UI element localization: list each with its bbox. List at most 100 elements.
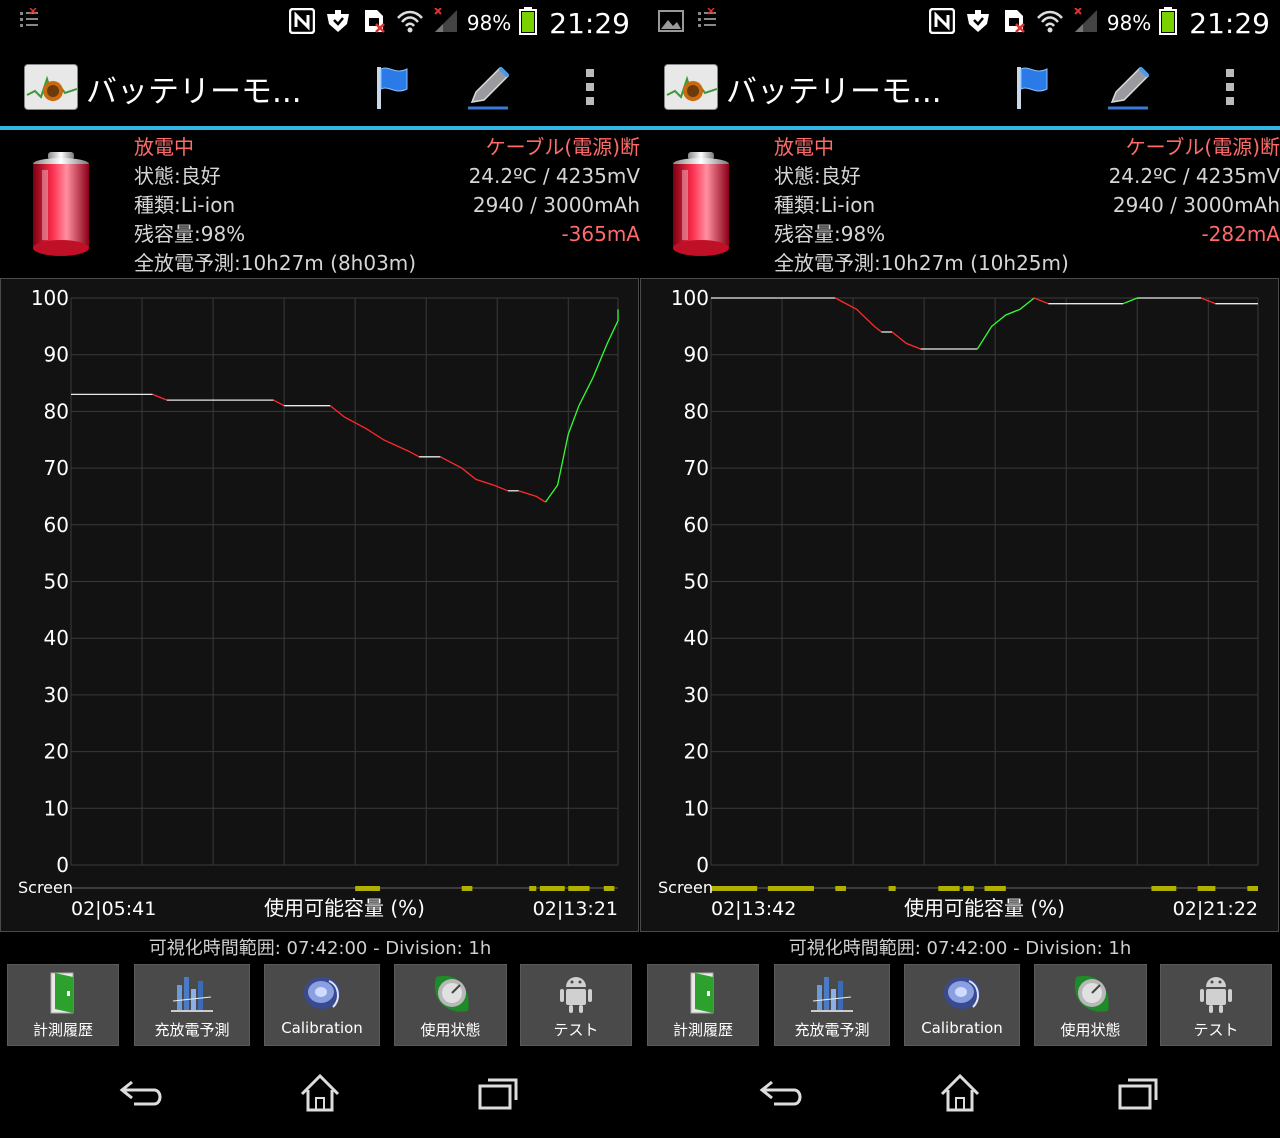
screen-on-bar [1151,886,1177,891]
full-discharge-estimate: 全放電予測:10h27m (8h03m) [134,251,417,275]
y-tick-label: 100 [671,286,709,310]
sim-missing-icon [361,8,387,38]
recent-apps-icon[interactable] [1108,1070,1168,1116]
wifi-icon [396,8,423,38]
tab-usage-state[interactable]: 使用状態 [394,964,507,1046]
battery-graph[interactable]: 100 90 80 70 60 50 40 30 20 10 0 Screen 02|13:42 使用可能… [640,278,1279,932]
navigation-bar [0,1046,640,1138]
recent-apps-icon[interactable] [468,1070,528,1116]
discharge-state: 放電中 [774,135,834,159]
back-icon[interactable] [752,1070,812,1116]
tab-usage-state[interactable]: 使用状態 [1034,964,1147,1046]
battery-graph[interactable]: 100 90 80 70 60 50 40 30 20 10 0 Screen 02|05:41 使用可能… [0,278,639,932]
series-line-discharge [834,297,882,333]
remaining-capacity: 残容量:98% [134,222,246,246]
y-tick-label: 0 [56,853,69,877]
overflow-menu-icon[interactable] [1205,62,1255,112]
y-tick-label: 90 [684,343,709,367]
home-icon[interactable] [930,1070,990,1116]
battery-icon [670,152,732,258]
temperature-voltage: 24.2ºC / 4235mV [468,164,640,188]
overflow-menu-icon[interactable] [565,62,615,112]
series-line-discharge [891,331,921,350]
screen-on-bar [568,886,590,891]
nfc-icon [928,7,956,38]
tab-measurement-history[interactable]: 計測履歴 [647,964,759,1046]
app-logo-icon[interactable] [664,64,718,110]
navigation-bar [640,1046,1280,1138]
y-tick-label: 10 [44,796,69,820]
tab-label: Calibration [281,1019,363,1037]
y-tick-label: 0 [696,853,709,877]
android-robot-icon [1161,971,1271,1015]
action-bar: バッテリーモ... [0,46,640,126]
screen-label: Screen [658,878,713,897]
flag-icon[interactable] [366,62,416,112]
battery-info: 放電中 状態:良好 種類:Li-ion 残容量:98% 全放電予測:10h27m… [0,130,640,278]
home-icon[interactable] [290,1070,350,1116]
x-end-time: 02|21:22 [1173,898,1258,920]
battery-type: 種類:Li-ion [134,193,236,217]
screen-label: Screen [18,878,73,897]
tab-test[interactable]: テスト [1160,964,1272,1046]
visualization-range: 可視化時間範囲: 07:42:00 - Division: 1h [788,938,1132,959]
info-left-column: 放電中 状態:良好 種類:Li-ion 残容量:98% 全放電予測:10h27m… [134,133,416,278]
app-logo-icon[interactable] [24,64,78,110]
tab-label: 充放電予測 [794,1021,870,1039]
y-tick-label: 30 [684,683,709,707]
y-tick-label: 80 [684,399,709,423]
tab-calibration[interactable]: Calibration [904,964,1020,1046]
smart-connect-icon [325,8,351,38]
y-tick-label: 70 [684,456,709,480]
status-right-icons: 98% 21:29 [288,6,630,40]
screen-on-bar [539,886,565,891]
battery-status-icon [1159,7,1178,39]
edit-icon[interactable] [464,62,514,112]
clock: 21:29 [549,6,630,40]
screen-on-bar [963,886,974,891]
back-icon[interactable] [112,1070,172,1116]
tab-charge-forecast[interactable]: 充放電予測 [134,964,250,1046]
wifi-icon [1036,8,1063,38]
screen-on-bar [767,886,815,891]
tab-measurement-history[interactable]: 計測履歴 [7,964,119,1046]
series-line-discharge [273,399,285,407]
notification-list-icon [18,7,44,38]
charge-forecast-icon [135,971,249,1015]
info-left-column: 放電中 状態:良好 種類:Li-ion 残容量:98% 全放電予測:10h27m… [774,133,1069,278]
x-start-time: 02|05:41 [71,898,156,920]
remaining-capacity: 残容量:98% [774,222,886,246]
app-title: バッテリーモ... [726,74,942,110]
y-tick-label: 60 [684,513,709,537]
screen-on-bar [355,886,381,891]
grid [70,297,619,866]
screen-on-bar [461,886,473,891]
series-line-charge [976,297,1035,350]
y-tick-label: 20 [684,740,709,764]
bottom-tab-buttons: 計測履歴 充放電予測 Calibration 使用状態 テスト [0,964,640,1046]
full-discharge-estimate: 全放電予測:10h27m (10h25m) [774,251,1069,275]
current-ma: -282mA [1201,222,1280,246]
image-icon [658,8,684,38]
grid [710,297,1259,866]
y-tick-label: 70 [44,456,69,480]
battery-type: 種類:Li-ion [774,193,876,217]
flag-icon[interactable] [1006,62,1056,112]
health-status: 状態:良好 [774,164,861,188]
signal-icon [1073,7,1099,38]
measurement-history-icon [648,971,758,1015]
tab-calibration[interactable]: Calibration [264,964,380,1046]
cable-status: ケーブル(電源)断 [485,135,640,159]
tab-label: 計測履歴 [32,1021,93,1039]
status-bar: 98% 21:29 [640,0,1280,46]
status-left-icons [658,7,722,38]
battery-icon [30,152,92,258]
tab-label: テスト [553,1021,599,1039]
edit-icon[interactable] [1104,62,1154,112]
measurement-history-icon [8,971,118,1015]
series-line-discharge [152,393,168,401]
tab-test[interactable]: テスト [520,964,632,1046]
battery-chart: 1009080706050403020100Screen02|13:42 使用可能… [658,286,1259,920]
tab-charge-forecast[interactable]: 充放電予測 [774,964,890,1046]
info-right-column: ケーブル(電源)断 24.2ºC / 4235mV 2940 / 3000mAh… [1109,133,1280,249]
